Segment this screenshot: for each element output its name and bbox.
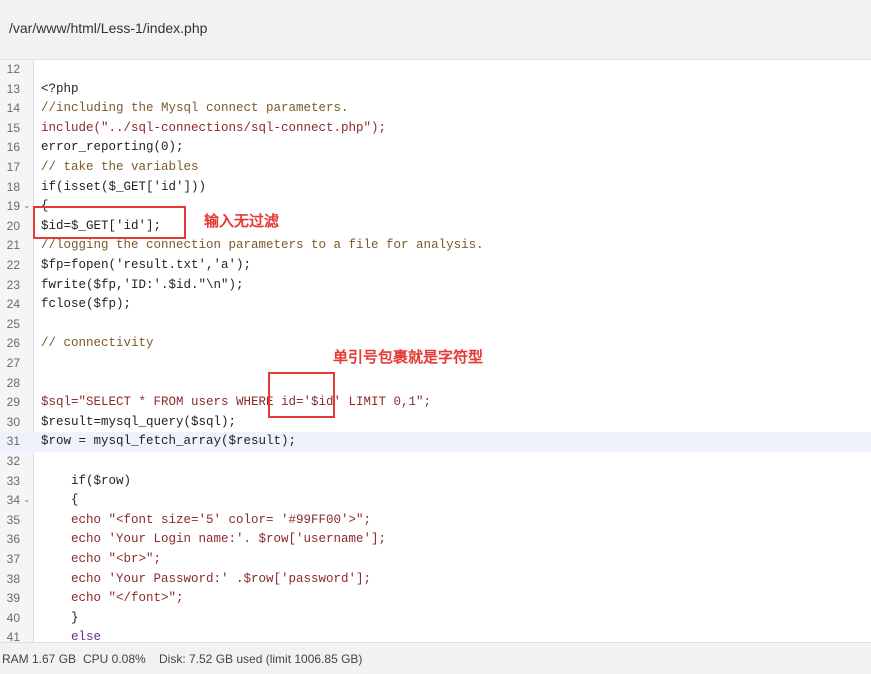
line-number: 40 — [6, 610, 20, 625]
code-line[interactable]: 37 echo "<br>"; — [0, 550, 871, 570]
code-line[interactable]: 14 //including the Mysql connect paramete… — [0, 99, 871, 119]
code-text: if($row) — [41, 473, 132, 488]
line-number: 18 — [6, 179, 20, 194]
line-number: 36 — [6, 532, 20, 547]
line-number: 15 — [6, 120, 20, 135]
code-text: $result=mysql_query($sql); — [41, 414, 237, 429]
status-bar: RAM 1.67 GB CPU 0.08% Disk: 7.52 GB used… — [0, 642, 871, 674]
code-line[interactable]: 15 include("../sql-connections/sql-connec… — [0, 119, 871, 139]
file-path-bar: /var/www/html/Less-1/index.php — [0, 0, 871, 60]
code-line[interactable]: 32 — [0, 452, 871, 472]
code-line[interactable]: 22 $fp=fopen('result.txt','a'); — [0, 256, 871, 276]
annotation-note-no-filter: 输入无过滤 — [204, 212, 280, 230]
fold-chevron-icon[interactable]: ⌄ — [23, 491, 31, 511]
code-text: { — [41, 493, 79, 508]
code-line[interactable]: 40 } — [0, 609, 871, 629]
line-number: 20 — [6, 218, 20, 233]
code-line[interactable]: 38 echo 'Your Password:' .$row['password… — [0, 570, 871, 590]
line-number: 34 — [6, 493, 20, 508]
line-number: 27 — [6, 356, 20, 370]
code-text: $row = mysql_fetch_array($result); — [41, 434, 297, 449]
line-number: 35 — [6, 512, 20, 527]
line-number: 31 — [6, 434, 20, 449]
annotation-note-char-type: 单引号包裹就是字符型 — [333, 348, 484, 366]
line-number: 32 — [6, 454, 20, 468]
code-line[interactable]: 17 // take the variables — [0, 158, 871, 178]
code-line[interactable]: 18 if(isset($_GET['id'])) — [0, 178, 871, 198]
annotation-box-line20 — [33, 206, 186, 239]
line-number: 37 — [6, 552, 20, 566]
code-line[interactable]: 30 $result=mysql_query($sql); — [0, 413, 871, 433]
code-line[interactable]: 29 $sql="SELECT * FROM users WHERE id='$i… — [0, 393, 871, 413]
disk-status: Disk: 7.52 GB used (limit 1006.85 GB) — [159, 652, 363, 666]
code-text: } — [41, 610, 79, 625]
line-number: 38 — [6, 571, 20, 586]
code-text: //logging the connection parameters to a… — [41, 238, 484, 253]
line-number: 22 — [6, 258, 20, 272]
code-text: if(isset($_GET['id'])) — [41, 179, 207, 194]
code-line[interactable]: 24 fclose($fp); — [0, 295, 871, 315]
code-line[interactable]: 39 echo "</font>"; — [0, 589, 871, 609]
line-number: 30 — [6, 414, 20, 429]
line-number: 33 — [6, 473, 20, 488]
code-text: echo "</font>"; — [41, 591, 184, 606]
line-number: 14 — [6, 101, 20, 116]
code-editor[interactable]: 12 13 <?php 14 //including the Mysql connect… — [0, 60, 871, 642]
code-text: //including the Mysql connect parameters… — [41, 101, 349, 116]
code-text: // take the variables — [41, 160, 199, 174]
code-line[interactable]: 33 if($row) — [0, 472, 871, 492]
code-text: else — [41, 630, 102, 642]
code-line[interactable]: 16 error_reporting(0); — [0, 138, 871, 158]
code-text: echo 'Your Password:' .$row['password']; — [41, 571, 372, 586]
fold-chevron-icon[interactable]: ⌄ — [23, 197, 31, 217]
line-number: 21 — [6, 238, 20, 253]
line-number: 19 — [6, 199, 20, 214]
code-line[interactable]: 31 $row = mysql_fetch_array($result); — [0, 432, 871, 452]
line-number: 25 — [6, 316, 20, 331]
code-line[interactable]: 23 fwrite($fp,'ID:'.$id."\n"); — [0, 276, 871, 296]
line-number: 28 — [6, 375, 20, 390]
code-line[interactable]: 21 //logging the connection parameters to… — [0, 236, 871, 256]
annotation-box-id-quote — [268, 372, 335, 418]
file-path: /var/www/html/Less-1/index.php — [9, 20, 208, 36]
code-line[interactable]: 12 — [0, 60, 871, 80]
code-line[interactable]: 28 — [0, 374, 871, 394]
line-number: 26 — [6, 336, 20, 351]
code-text: echo "<font size='5' color= '#99FF00'>"; — [41, 512, 372, 527]
code-line[interactable]: 34 ⌄ { — [0, 491, 871, 511]
line-number: 39 — [6, 591, 20, 606]
line-number: 24 — [6, 297, 20, 312]
line-number: 12 — [6, 62, 20, 76]
line-number: 41 — [6, 630, 20, 642]
line-number: 16 — [6, 140, 20, 155]
line-number: 29 — [6, 395, 20, 410]
code-text: echo "<br>"; — [41, 552, 162, 566]
code-text: error_reporting(0); — [41, 140, 184, 155]
code-text: echo 'Your Login name:'. $row['username'… — [41, 532, 387, 547]
code-text: fwrite($fp,'ID:'.$id."\n"); — [41, 277, 244, 292]
code-line[interactable]: 41 else — [0, 628, 871, 642]
cpu-status: CPU 0.08% — [83, 652, 146, 666]
line-number: 17 — [6, 160, 20, 174]
line-number: 13 — [6, 81, 20, 96]
code-line[interactable]: 13 <?php — [0, 80, 871, 100]
code-line[interactable]: 36 echo 'Your Login name:'. $row['userna… — [0, 530, 871, 550]
code-text: fclose($fp); — [41, 297, 132, 312]
code-text: <?php — [41, 81, 79, 96]
code-text: // connectivity — [41, 336, 154, 351]
code-text: include("../sql-connections/sql-connect.… — [41, 120, 387, 135]
ram-status: RAM 1.67 GB — [2, 652, 77, 666]
code-line[interactable]: 35 echo "<font size='5' color= '#99FF00'… — [0, 511, 871, 531]
code-text: $fp=fopen('result.txt','a'); — [41, 258, 252, 272]
code-text: $sql="SELECT * FROM users WHERE id='$id'… — [41, 395, 432, 410]
line-number: 23 — [6, 277, 20, 292]
code-line[interactable]: 25 — [0, 315, 871, 335]
